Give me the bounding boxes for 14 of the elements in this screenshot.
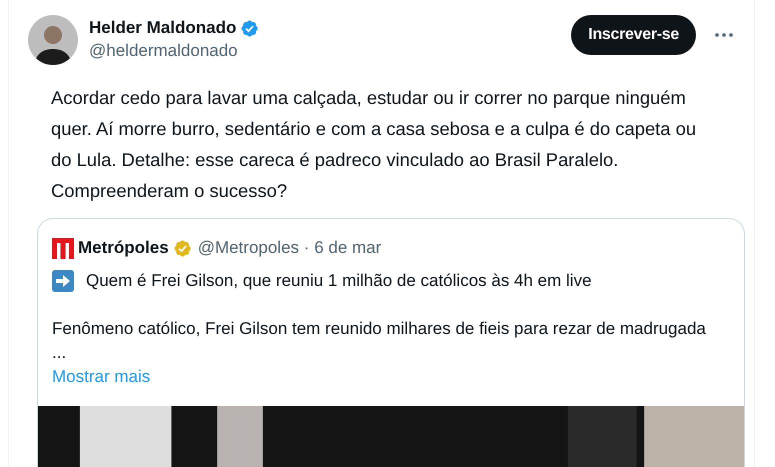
quoted-author-name[interactable]: Metrópoles [78, 238, 169, 258]
quoted-handle-date: @Metropoles · 6 de mar [198, 238, 382, 258]
news-logo-icon [52, 237, 74, 259]
headline-text: Quem é Frei Gilson, que reuniu 1 milhão de católicos às 4h em live [86, 270, 592, 292]
author-handle[interactable]: @heldermaldonado [89, 39, 260, 63]
verified-badge-icon [240, 18, 260, 38]
author-name[interactable]: Helder Maldonado [89, 17, 236, 39]
summary-text: Fenômeno católico, Frei Gilson tem reunido milhares de fieis para rezar de madrugada [52, 318, 707, 340]
quoted-tweet-card[interactable] [37, 218, 745, 467]
ellipsis-text: ... [52, 342, 68, 364]
follow-button[interactable]: Inscrever-se [571, 15, 696, 55]
tweet-text: Acordar cedo para lavar uma calçada, estudar ou ir correr no parque ninguém quer. Aí morre burro, sedentário e com a casa sebosa e a culpa é do capeta ou do Lula. Detalhe: esse careca é padreco vinculado ao Brasil Paralelo. Compreenderam o sucesso? [51, 86, 698, 203]
verified-badge-icon [172, 238, 192, 258]
avatar[interactable] [28, 15, 78, 65]
